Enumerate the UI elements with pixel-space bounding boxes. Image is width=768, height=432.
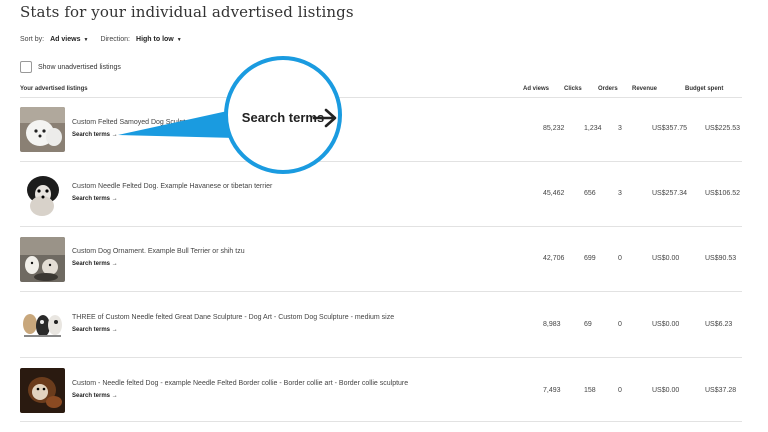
caret-down-icon: ▼ (176, 36, 182, 43)
listing-thumbnail[interactable] (20, 172, 65, 217)
clicks-value: 656 (584, 190, 596, 197)
ad-views-value: 45,462 (543, 190, 565, 197)
listing-thumbnail[interactable] (20, 368, 65, 413)
budget-value: US$106.52 (705, 190, 741, 197)
arrow-right-icon (312, 108, 337, 128)
header-clicks[interactable]: Clicks (564, 86, 582, 92)
sort-controls: Sort by: Ad views ▼ Direction: High to l… (20, 36, 194, 43)
revenue-value: US$357.75 (652, 125, 688, 132)
orders-value: 0 (618, 321, 622, 328)
ad-views-value: 42,706 (543, 255, 565, 262)
arrow-right-icon: → (111, 327, 118, 333)
listing-title[interactable]: Custom Dog Ornament. Example Bull Terrie… (72, 248, 245, 255)
listing-thumbnail[interactable] (20, 302, 65, 347)
orders-value: 0 (618, 387, 622, 394)
table-row: THREE of Custom Needle felted Great Dane… (20, 291, 742, 356)
ad-views-value: 8,983 (543, 321, 561, 328)
search-terms-label: Search terms (72, 393, 111, 399)
revenue-value: US$0.00 (652, 387, 680, 394)
revenue-value: US$0.00 (652, 255, 680, 262)
ad-views-value: 7,493 (543, 387, 561, 394)
header-budget-spent[interactable]: Budget spent (685, 86, 723, 92)
table-row: Custom Felted Samoyed Dog Sculpture. Sea… (20, 97, 742, 162)
search-terms-link[interactable]: Search terms → (72, 261, 118, 267)
listing-title[interactable]: THREE of Custom Needle felted Great Dane… (72, 314, 394, 321)
arrow-right-icon: → (111, 196, 118, 202)
search-terms-link[interactable]: Search terms → (72, 132, 118, 138)
caret-down-icon: ▼ (83, 36, 89, 43)
direction-label: Direction: (100, 36, 131, 43)
arrow-right-icon: → (111, 132, 118, 138)
ad-views-value: 85,232 (543, 125, 565, 132)
listing-thumbnail[interactable] (20, 107, 65, 152)
sort-select[interactable]: Ad views ▼ (50, 36, 88, 43)
revenue-value: US$257.34 (652, 190, 688, 197)
listing-title[interactable]: Custom - Needle felted Dog - example Nee… (72, 380, 408, 387)
show-unadvertised-toggle[interactable]: Show unadvertised listings (20, 61, 121, 73)
orders-value: 3 (618, 190, 622, 197)
orders-value: 3 (618, 125, 622, 132)
show-unadvertised-label: Show unadvertised listings (38, 63, 121, 71)
header-ad-views[interactable]: Ad views (523, 86, 549, 92)
revenue-value: US$0.00 (652, 321, 680, 328)
listing-title[interactable]: Custom Felted Samoyed Dog Sculpture. (72, 119, 197, 126)
budget-value: US$6.23 (705, 321, 733, 328)
clicks-value: 699 (584, 255, 596, 262)
budget-value: US$225.53 (705, 125, 741, 132)
header-revenue[interactable]: Revenue (632, 86, 657, 92)
header-listings: Your advertised listings (20, 86, 88, 92)
search-terms-link[interactable]: Search terms → (72, 393, 118, 399)
arrow-right-icon: → (111, 261, 118, 267)
budget-value: US$37.28 (705, 387, 737, 394)
sort-value: Ad views (50, 36, 81, 43)
search-terms-label: Search terms (72, 132, 111, 138)
page-title: Stats for your individual advertised lis… (20, 3, 354, 21)
header-orders[interactable]: Orders (598, 86, 618, 92)
search-terms-link[interactable]: Search terms → (72, 196, 118, 202)
clicks-value: 69 (584, 321, 592, 328)
search-terms-label: Search terms (72, 196, 111, 202)
search-terms-label: Search terms (72, 327, 111, 333)
table-row: Custom Needle Felted Dog. Example Havane… (20, 161, 742, 226)
clicks-value: 1,234 (584, 125, 602, 132)
checkbox-icon[interactable] (20, 61, 32, 73)
direction-select[interactable]: High to low ▼ (136, 36, 182, 43)
direction-value: High to low (136, 36, 174, 43)
sort-label: Sort by: (20, 36, 45, 43)
table-row: Custom Dog Ornament. Example Bull Terrie… (20, 226, 742, 291)
listing-title[interactable]: Custom Needle Felted Dog. Example Havane… (72, 183, 272, 190)
table-divider (20, 421, 742, 423)
listing-thumbnail[interactable] (20, 237, 65, 282)
table-row: Custom - Needle felted Dog - example Nee… (20, 357, 742, 422)
budget-value: US$90.53 (705, 255, 737, 262)
clicks-value: 158 (584, 387, 596, 394)
search-terms-link[interactable]: Search terms → (72, 327, 118, 333)
search-terms-label: Search terms (72, 261, 111, 267)
arrow-right-icon: → (111, 393, 118, 399)
orders-value: 0 (618, 255, 622, 262)
